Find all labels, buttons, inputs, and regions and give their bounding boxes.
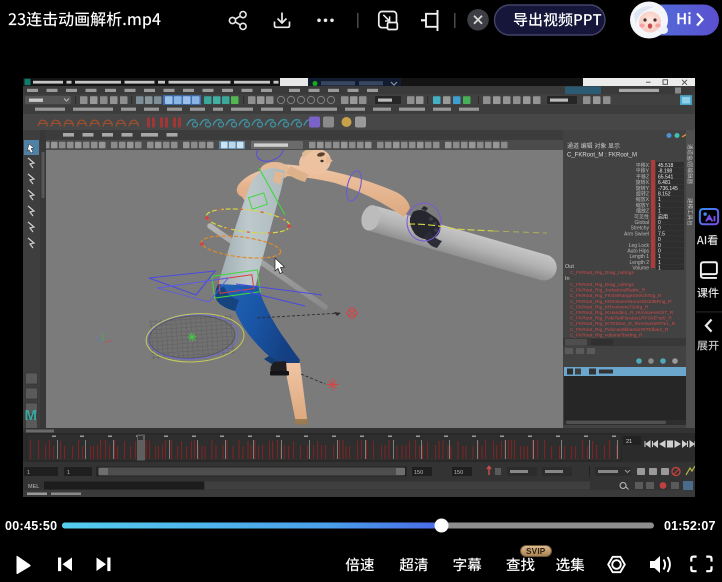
- svg-text:SVIP: SVIP: [526, 547, 546, 556]
